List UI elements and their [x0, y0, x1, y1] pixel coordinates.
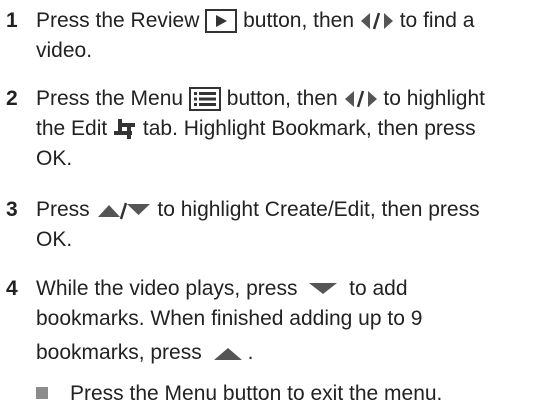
step-text: tab. Highlight Bookmark, then press — [142, 117, 476, 140]
step-1-line-2: video. — [36, 39, 93, 62]
step-3-line-2: OK. — [36, 228, 73, 251]
step-number: 2 — [6, 87, 18, 110]
bullet-text: Press the Menu button to exit the menu. — [70, 382, 443, 405]
step-4-line-3: bookmarks, press . — [36, 338, 253, 368]
step-text: button, then — [243, 9, 355, 32]
instruction-page: 1 Press the Review button, then to find … — [0, 0, 544, 413]
step-2-line-1: Press the Menu button, then to highlight — [36, 84, 485, 114]
step-text: Press the Review — [36, 9, 200, 32]
step-2-line-2: the Edit tab. Highlight Bookmark, then p… — [36, 114, 476, 144]
up-arrow-icon — [208, 343, 248, 363]
edit-tab-icon — [113, 118, 137, 140]
step-4-line-1: While the video plays, press to add — [36, 274, 408, 304]
step-1-line-1: Press the Review button, then to find a — [36, 6, 474, 36]
step-text: to highlight Create/Edit, then press — [157, 198, 480, 221]
step-text: bookmarks, press — [36, 341, 202, 364]
step-number: 1 — [6, 9, 18, 32]
step-text: to add — [349, 277, 408, 300]
left-right-arrow-icon — [360, 11, 394, 31]
step-number: 3 — [6, 198, 18, 221]
down-arrow-icon — [303, 279, 343, 299]
bullet-square-icon — [36, 387, 48, 399]
review-button-icon — [205, 9, 238, 34]
step-text: the Edit — [36, 117, 108, 140]
step-text: Press the Menu — [36, 87, 184, 110]
step-2-line-3: OK. — [36, 147, 73, 170]
left-right-arrow-icon — [344, 89, 378, 109]
menu-button-icon — [188, 87, 221, 112]
step-text: button, then — [226, 87, 338, 110]
step-text: to find a — [399, 9, 475, 32]
step-text: to highlight — [383, 87, 485, 110]
step-text: Press — [36, 198, 90, 221]
step-text: While the video plays, press — [36, 277, 298, 300]
step-3-line-1: Press to highlight Create/Edit, then pre… — [36, 195, 480, 225]
step-text: . — [247, 341, 254, 364]
step-4-line-2: bookmarks. When finished adding up to 9 — [36, 307, 423, 330]
step-number: 4 — [6, 277, 18, 300]
up-down-arrow-icon — [96, 200, 152, 220]
